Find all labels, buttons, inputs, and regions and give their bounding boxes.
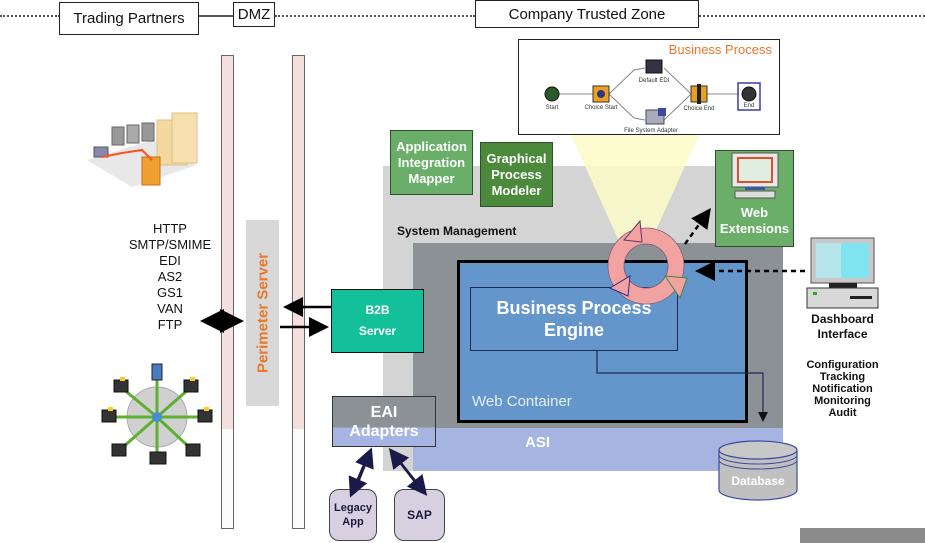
engine-to-web-extensions-arrow bbox=[683, 207, 711, 245]
connector-arrows bbox=[200, 207, 805, 498]
